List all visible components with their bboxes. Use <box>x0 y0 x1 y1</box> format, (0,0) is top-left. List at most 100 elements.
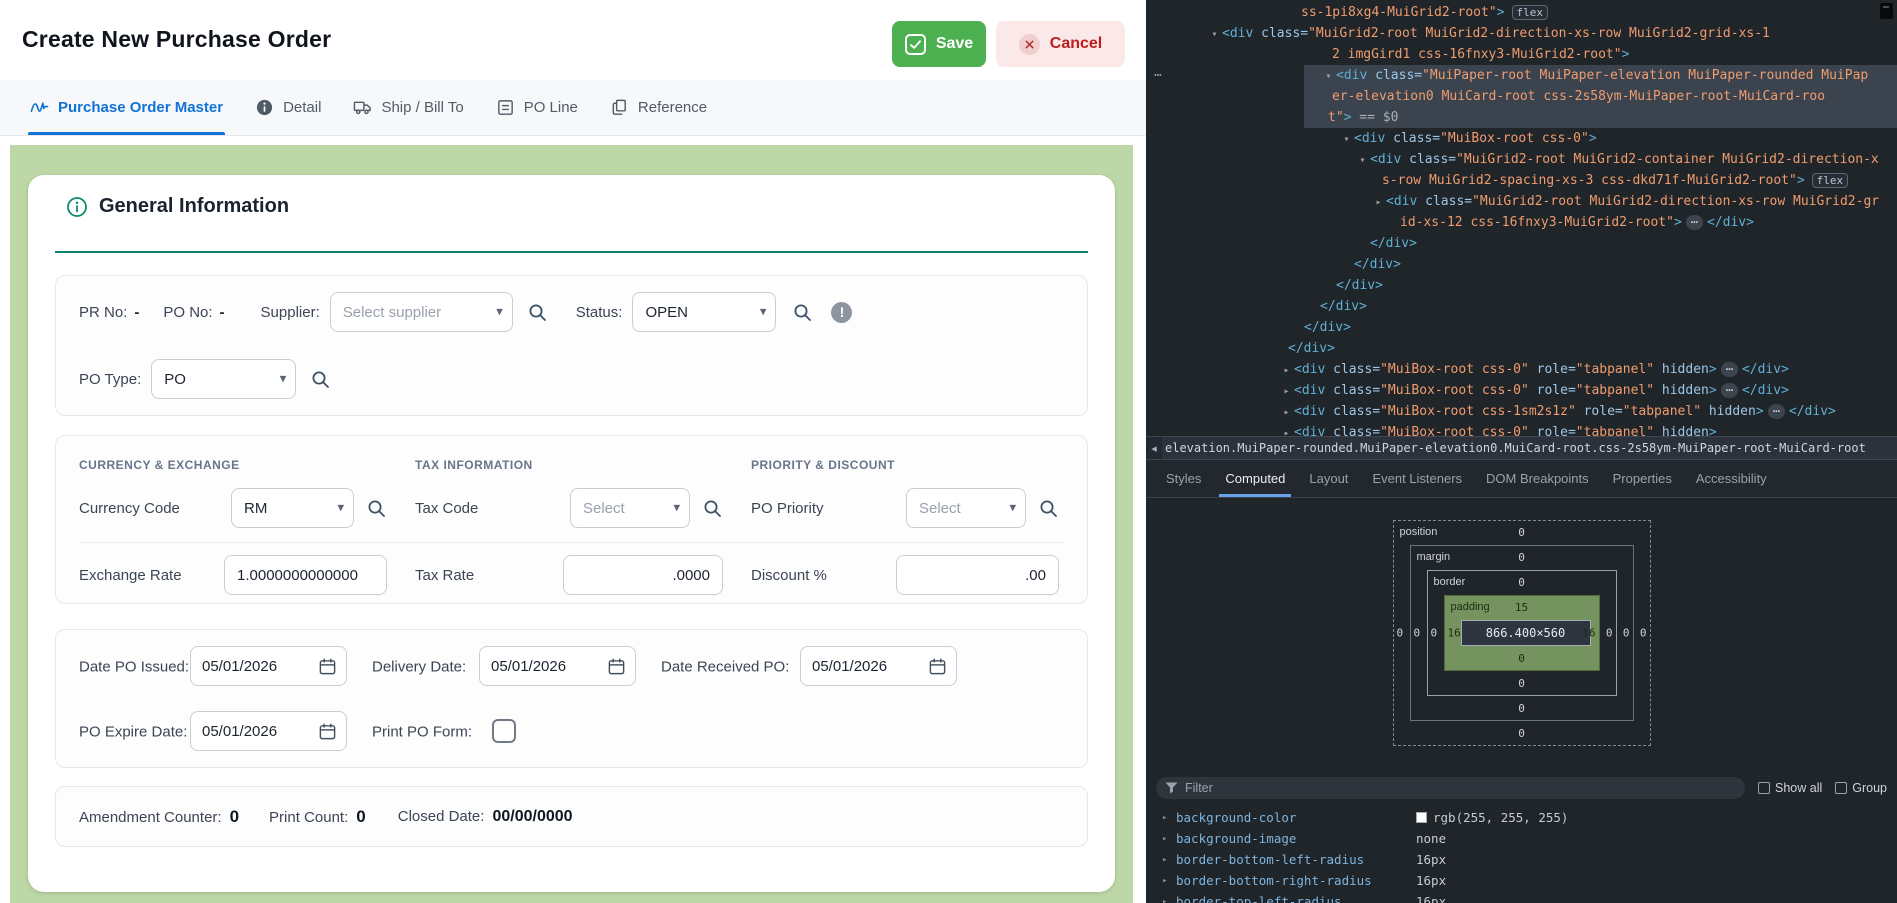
cancel-button[interactable]: Cancel <box>996 21 1125 67</box>
supplier-select[interactable]: Select supplier ▾ <box>330 292 513 332</box>
devtools-tab-properties[interactable]: Properties <box>1601 460 1684 497</box>
devtools-tab-styles[interactable]: Styles <box>1154 460 1213 497</box>
tree-line[interactable]: t"> == $0 <box>1146 107 1897 128</box>
print-po-form-label: Print PO Form: <box>372 724 472 741</box>
tab-purchase-order-master[interactable]: Purchase Order Master <box>28 80 225 135</box>
node-menu-icon[interactable]: ⋯ <box>1154 65 1162 86</box>
tree-line[interactable]: </div> <box>1146 233 1897 254</box>
po-priority-select[interactable]: Select ▾ <box>906 488 1026 528</box>
show-all-checkbox[interactable]: Show all <box>1758 781 1822 795</box>
date-po-issued-input[interactable]: 05/01/2026 <box>190 646 347 686</box>
tree-line[interactable]: ▸<div class="MuiBox-root css-0" role="ta… <box>1146 380 1897 401</box>
delivery-date-input[interactable]: 05/01/2026 <box>479 646 636 686</box>
filter-input[interactable]: Filter <box>1156 777 1745 799</box>
expand-arrow-icon[interactable]: ▸ <box>1279 423 1294 436</box>
tax-code-select[interactable]: Select ▾ <box>570 488 690 528</box>
tree-line[interactable]: </div> <box>1146 275 1897 296</box>
tab-reference[interactable]: Reference <box>608 80 709 135</box>
date-received-po-value: 05/01/2026 <box>812 658 887 675</box>
save-button[interactable]: Save <box>892 21 986 67</box>
tree-line[interactable]: </div> <box>1146 317 1897 338</box>
flex-badge[interactable]: flex <box>1812 173 1849 188</box>
tree-line[interactable]: 2 imgGird1 css-16fnxy3-MuiGrid2-root"> <box>1146 44 1897 65</box>
po-type-select[interactable]: PO ▾ <box>151 359 296 399</box>
status-alert-icon[interactable]: ! <box>831 302 852 323</box>
breadcrumb-scroll-left-button[interactable]: ◂ <box>1146 437 1162 459</box>
collapsed-content-button[interactable]: ⋯ <box>1721 362 1738 377</box>
devtools-tab-layout[interactable]: Layout <box>1297 460 1360 497</box>
tree-line[interactable]: s-row MuiGrid2-spacing-xs-3 css-dkd71f-M… <box>1146 170 1897 191</box>
exchange-rate-input[interactable]: 1.0000000000000 <box>224 555 387 595</box>
date-received-po-input[interactable]: 05/01/2026 <box>800 646 957 686</box>
currency-code-select[interactable]: RM ▾ <box>231 488 354 528</box>
expand-arrow-icon[interactable]: ▾ <box>1207 24 1222 45</box>
expand-arrow-icon[interactable]: ▸ <box>1162 855 1176 865</box>
expand-arrow-icon[interactable]: ▸ <box>1279 402 1294 423</box>
collapsed-content-button[interactable]: ⋯ <box>1721 383 1738 398</box>
status-search-button[interactable] <box>792 302 813 323</box>
collapsed-content-button[interactable]: ⋯ <box>1768 404 1785 419</box>
po-expire-date-label: PO Expire Date: <box>79 724 187 741</box>
box-model-content[interactable]: 866.400×560 <box>1461 620 1591 646</box>
tab-detail[interactable]: Detail <box>253 80 323 135</box>
discount-label: Discount % <box>751 567 827 584</box>
status-select[interactable]: OPEN ▾ <box>632 292 776 332</box>
tree-line[interactable]: ▾<div class="MuiGrid2-root MuiGrid2-cont… <box>1146 149 1897 170</box>
box-model-border[interactable]: border 0 0 0 0 padding 15 16 0 16 866. <box>1427 570 1617 696</box>
collapsed-content-button[interactable]: ⋯ <box>1686 215 1703 230</box>
expand-arrow-icon[interactable]: ▸ <box>1162 813 1176 823</box>
box-model-position[interactable]: position 0 0 0 0 margin 0 0 0 0 border 0… <box>1393 520 1651 746</box>
computed-property-row[interactable]: ▸background-colorrgb(255, 255, 255) <box>1146 807 1897 828</box>
po-expire-date-input[interactable]: 05/01/2026 <box>190 711 347 751</box>
tab-ship-bill-to[interactable]: Ship / Bill To <box>351 80 465 135</box>
box-model-padding[interactable]: padding 15 16 0 16 866.400×560 <box>1444 595 1600 671</box>
devtools-tab-accessibility[interactable]: Accessibility <box>1684 460 1779 497</box>
position-right-value: 0 <box>1640 627 1647 640</box>
expand-arrow-icon[interactable]: ▸ <box>1162 876 1176 886</box>
expand-arrow-icon[interactable]: ▾ <box>1355 150 1370 171</box>
flex-badge[interactable]: flex <box>1512 5 1549 20</box>
tree-line[interactable]: ▸<div class="MuiBox-root css-0" role="ta… <box>1146 422 1897 436</box>
tab-po-line[interactable]: PO Line <box>494 80 580 135</box>
tree-line[interactable]: </div> <box>1146 338 1897 359</box>
tree-line[interactable]: ▾<div class="MuiGrid2-root MuiGrid2-dire… <box>1146 23 1897 44</box>
tax-code-search-button[interactable] <box>702 498 723 519</box>
tax-rate-input[interactable]: .0000 <box>563 555 723 595</box>
tree-line[interactable]: ▸<div class="MuiBox-root css-0" role="ta… <box>1146 359 1897 380</box>
date-received-po-label: Date Received PO: <box>661 659 789 676</box>
expand-arrow-icon[interactable]: ▸ <box>1279 381 1294 402</box>
supplier-search-button[interactable] <box>527 302 548 323</box>
po-priority-search-button[interactable] <box>1038 498 1059 519</box>
computed-property-row[interactable]: ▸border-bottom-left-radius16px <box>1146 849 1897 870</box>
expand-arrow-icon[interactable]: ▾ <box>1321 66 1336 87</box>
box-model-margin[interactable]: margin 0 0 0 0 border 0 0 0 0 padding 15 <box>1410 545 1634 721</box>
computed-property-row[interactable]: ▸background-imagenone <box>1146 828 1897 849</box>
tree-line[interactable]: </div> <box>1146 254 1897 275</box>
property-value-text: 16px <box>1416 894 1446 903</box>
tree-line[interactable]: er-elevation0 MuiCard-root css-2s58ym-Mu… <box>1146 86 1897 107</box>
expand-arrow-icon[interactable]: ▸ <box>1162 897 1176 903</box>
tree-line[interactable]: ▸<div class="MuiBox-root css-1sm2s1z" ro… <box>1146 401 1897 422</box>
computed-property-row[interactable]: ▸border-bottom-right-radius16px <box>1146 870 1897 891</box>
print-po-form-checkbox[interactable] <box>492 719 516 743</box>
devtools-tab-event-listeners[interactable]: Event Listeners <box>1360 460 1474 497</box>
po-type-search-button[interactable] <box>310 369 331 390</box>
tree-line[interactable]: ▸<div class="MuiGrid2-root MuiGrid2-dire… <box>1146 191 1897 212</box>
discount-input[interactable]: .00 <box>896 555 1059 595</box>
group-checkbox[interactable]: Group <box>1835 781 1887 795</box>
computed-property-row[interactable]: ▸border-top-left-radius16px <box>1146 891 1897 903</box>
tree-line[interactable]: ▾<div class="MuiBox-root css-0"> <box>1146 128 1897 149</box>
expand-arrow-icon[interactable]: ▸ <box>1279 360 1294 381</box>
expand-arrow-icon[interactable]: ▾ <box>1339 129 1354 150</box>
tree-line[interactable]: ss-1pi8xg4-MuiGrid2-root">flex <box>1146 2 1897 23</box>
expand-arrow-icon[interactable]: ▸ <box>1162 834 1176 844</box>
tree-line[interactable]: </div> <box>1146 296 1897 317</box>
tree-line[interactable]: id-xs-12 css-16fnxy3-MuiGrid2-root">⋯</d… <box>1146 212 1897 233</box>
tree-line[interactable]: ⋯▾<div class="MuiPaper-root MuiPaper-ele… <box>1146 65 1897 86</box>
breadcrumb-text[interactable]: elevation.MuiPaper-rounded.MuiPaper-elev… <box>1162 441 1866 455</box>
currency-code-search-button[interactable] <box>366 498 387 519</box>
code-token: class= <box>1325 362 1380 377</box>
devtools-tab-dom-breakpoints[interactable]: DOM Breakpoints <box>1474 460 1601 497</box>
expand-arrow-icon[interactable]: ▸ <box>1371 192 1386 213</box>
devtools-tab-computed[interactable]: Computed <box>1213 460 1297 497</box>
